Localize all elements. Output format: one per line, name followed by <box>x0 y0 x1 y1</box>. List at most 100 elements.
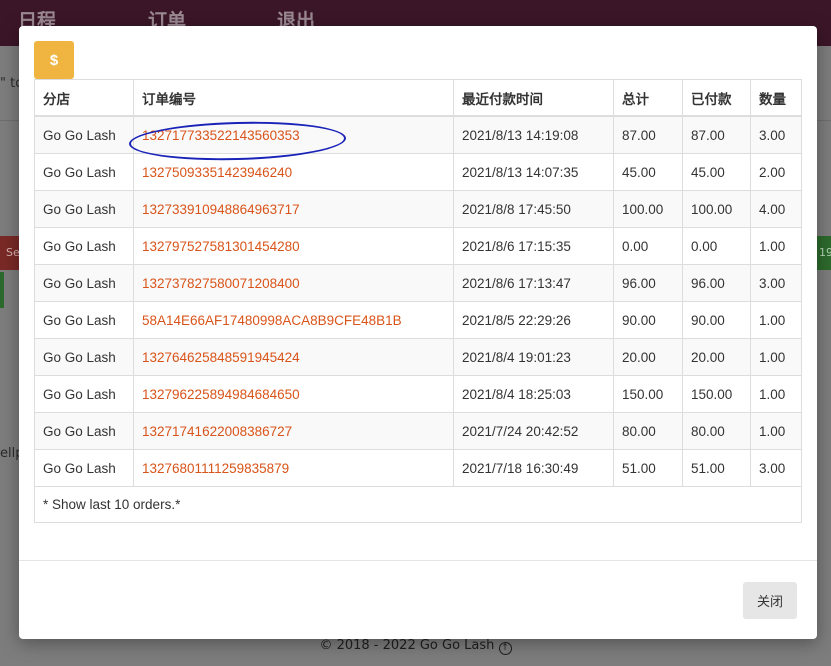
cell-store: Go Go Lash <box>34 190 134 228</box>
cell-total: 90.00 <box>613 301 683 339</box>
order-link[interactable]: 132717733522143560353 <box>142 128 300 143</box>
cell-total: 20.00 <box>613 338 683 376</box>
order-link[interactable]: 132737827580071208400 <box>142 276 300 291</box>
cell-store: Go Go Lash <box>34 412 134 450</box>
cell-order-no: 132717733522143560353 <box>133 115 454 154</box>
cell-paid: 45.00 <box>682 153 751 191</box>
col-header-store: 分店 <box>34 79 134 117</box>
cell-last-paid-time: 2021/7/18 16:30:49 <box>453 449 614 487</box>
cell-last-paid-time: 2021/8/5 22:29:26 <box>453 301 614 339</box>
table-header-row: 分店 订单编号 最近付款时间 总计 已付款 数量 <box>34 79 802 117</box>
orders-table: 分店 订单编号 最近付款时间 总计 已付款 数量 Go Go Lash 13271… <box>34 79 802 523</box>
cell-store: Go Go Lash <box>34 153 134 191</box>
close-button[interactable]: 关闭 <box>743 582 797 619</box>
cell-paid: 150.00 <box>682 375 751 413</box>
cell-total: 100.00 <box>613 190 683 228</box>
order-link[interactable]: 132733910948864963717 <box>142 202 300 217</box>
table-note: * Show last 10 orders.* <box>34 486 802 523</box>
cell-quantity: 4.00 <box>750 190 802 228</box>
cell-quantity: 1.00 <box>750 227 802 265</box>
table-row: Go Go Lash 13275093351423946240 2021/8/13 … <box>34 153 802 191</box>
cell-last-paid-time: 2021/8/6 17:13:47 <box>453 264 614 302</box>
cell-order-no: 132733910948864963717 <box>133 190 454 228</box>
cell-order-no: 58A14E66AF17480998ACA8B9CFE48B1B <box>133 301 454 339</box>
cell-order-no: 132797527581301454280 <box>133 227 454 265</box>
cell-store: Go Go Lash <box>34 338 134 376</box>
cell-total: 80.00 <box>613 412 683 450</box>
info-circle-icon: ↑ <box>498 642 512 655</box>
cell-order-no: 132764625848591945424 <box>133 338 454 376</box>
orders-table-wrapper: 分店 订单编号 最近付款时间 总计 已付款 数量 Go Go Lash 13271… <box>34 79 802 523</box>
cell-last-paid-time: 2021/8/4 19:01:23 <box>453 338 614 376</box>
order-link[interactable]: 132764625848591945424 <box>142 350 300 365</box>
order-link[interactable]: 132796225894984684650 <box>142 387 300 402</box>
cell-total: 96.00 <box>613 264 683 302</box>
cell-quantity: 1.00 <box>750 412 802 450</box>
col-header-quantity: 数量 <box>750 79 802 117</box>
cell-quantity: 3.00 <box>750 115 802 154</box>
page-footer: © 2018 - 2022 Go Go Lash ↑ <box>0 638 831 655</box>
col-header-paid: 已付款 <box>682 79 751 117</box>
cell-store: Go Go Lash <box>34 449 134 487</box>
order-link[interactable]: 13276801111259835879 <box>142 461 289 476</box>
cell-store: Go Go Lash <box>34 301 134 339</box>
table-row: Go Go Lash 132797527581301454280 2021/8/6 … <box>34 227 802 265</box>
cell-quantity: 1.00 <box>750 301 802 339</box>
cell-paid: 51.00 <box>682 449 751 487</box>
col-header-order-no: 订单编号 <box>133 79 454 117</box>
cell-order-no: 132796225894984684650 <box>133 375 454 413</box>
modal-footer-divider <box>19 560 817 561</box>
cell-store: Go Go Lash <box>34 115 134 154</box>
cell-last-paid-time: 2021/8/13 14:19:08 <box>453 115 614 154</box>
cell-last-paid-time: 2021/8/13 14:07:35 <box>453 153 614 191</box>
cell-quantity: 3.00 <box>750 449 802 487</box>
cell-paid: 100.00 <box>682 190 751 228</box>
bg-edge-text: Se <box>6 246 20 259</box>
cell-paid: 20.00 <box>682 338 751 376</box>
cell-quantity: 2.00 <box>750 153 802 191</box>
bg-divider <box>0 120 19 121</box>
footer-text: © 2018 - 2022 Go Go Lash <box>319 638 495 653</box>
cell-paid: 80.00 <box>682 412 751 450</box>
table-row: Go Go Lash 132737827580071208400 2021/8/6 … <box>34 264 802 302</box>
cell-total: 87.00 <box>613 115 683 154</box>
cell-last-paid-time: 2021/8/4 18:25:03 <box>453 375 614 413</box>
bg-divider <box>817 120 831 121</box>
orders-modal: $ 分店 订单编号 最近付款时间 总计 已付款 数量 Go Go Lash 132… <box>19 26 817 639</box>
cell-quantity: 1.00 <box>750 375 802 413</box>
cell-store: Go Go Lash <box>34 264 134 302</box>
cell-last-paid-time: 2021/7/24 20:42:52 <box>453 412 614 450</box>
table-row: Go Go Lash 132796225894984684650 2021/8/4 … <box>34 375 802 413</box>
col-header-total: 总计 <box>613 79 683 117</box>
cell-quantity: 1.00 <box>750 338 802 376</box>
cell-store: Go Go Lash <box>34 375 134 413</box>
order-link[interactable]: 132797527581301454280 <box>142 239 300 254</box>
table-row: Go Go Lash 132733910948864963717 2021/8/8 … <box>34 190 802 228</box>
table-row: Go Go Lash 58A14E66AF17480998ACA8B9CFE48B… <box>34 301 802 339</box>
dollar-icon: $ <box>34 41 74 79</box>
bg-edge-text: 19 <box>819 246 831 259</box>
cell-store: Go Go Lash <box>34 227 134 265</box>
table-row: Go Go Lash 132764625848591945424 2021/8/4 … <box>34 338 802 376</box>
cell-total: 150.00 <box>613 375 683 413</box>
table-row: Go Go Lash 132717733522143560353 2021/8/13… <box>34 115 802 154</box>
cell-paid: 96.00 <box>682 264 751 302</box>
order-link[interactable]: 13271741622008386727 <box>142 424 292 439</box>
order-link[interactable]: 58A14E66AF17480998ACA8B9CFE48B1B <box>142 313 402 328</box>
cell-total: 0.00 <box>613 227 683 265</box>
cell-order-no: 13276801111259835879 <box>133 449 454 487</box>
order-link[interactable]: 13275093351423946240 <box>142 165 292 180</box>
cell-paid: 0.00 <box>682 227 751 265</box>
cell-last-paid-time: 2021/8/8 17:45:50 <box>453 190 614 228</box>
bg-button-green <box>0 272 4 308</box>
cell-paid: 87.00 <box>682 115 751 154</box>
cell-last-paid-time: 2021/8/6 17:15:35 <box>453 227 614 265</box>
table-row: Go Go Lash 13271741622008386727 2021/7/24 … <box>34 412 802 450</box>
cell-order-no: 13275093351423946240 <box>133 153 454 191</box>
cell-quantity: 3.00 <box>750 264 802 302</box>
col-header-last-paid-time: 最近付款时间 <box>453 79 614 117</box>
cell-total: 45.00 <box>613 153 683 191</box>
cell-order-no: 132737827580071208400 <box>133 264 454 302</box>
table-row: Go Go Lash 13276801111259835879 2021/7/18 … <box>34 449 802 487</box>
cell-paid: 90.00 <box>682 301 751 339</box>
